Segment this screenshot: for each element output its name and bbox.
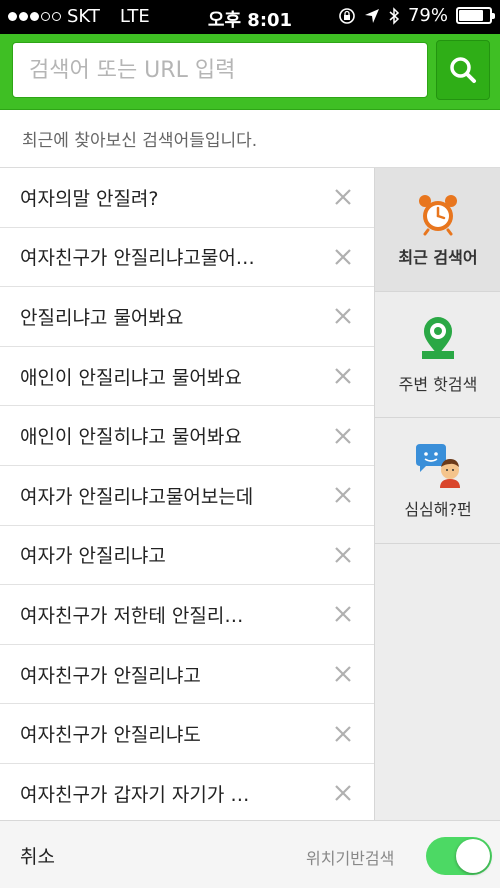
battery-fill [459,10,483,21]
list-item[interactable]: 여자의말 안질려? [0,168,374,228]
cancel-button[interactable]: 취소 [20,842,55,869]
tab-label: 주변 핫검색 [398,374,478,394]
tab-nearby-hot-searches[interactable]: 주변 핫검색 [375,292,500,418]
tab-label: 심심해?펀 [404,499,472,519]
search-header [0,34,500,110]
delete-icon[interactable] [330,542,356,568]
list-item-text: 여자친구가 안질리냐고물어… [20,247,255,270]
list-item[interactable]: 여자가 안질리냐고물어보는데 [0,465,374,526]
battery-percent: 79% [407,5,448,26]
delete-icon[interactable] [330,423,356,449]
delete-icon[interactable] [330,780,356,806]
list-item[interactable]: 애인이 안질리냐고 물어봐요 [0,346,374,407]
delete-icon[interactable] [330,244,356,270]
list-item[interactable]: 애인이 안질히냐고 물어봐요 [0,406,374,466]
list-item[interactable]: 여자친구가 안질리냐고물어… [0,227,374,288]
search-button[interactable] [436,40,490,100]
location-search-label: 위치기반검색 [306,849,395,868]
list-item[interactable]: 여자가 안질리냐고 [0,525,374,586]
search-box[interactable] [12,42,428,98]
search-icon [450,57,476,83]
delete-icon[interactable] [330,601,356,627]
list-item[interactable]: 여자친구가 저한테 안질리… [0,585,374,645]
list-item-text: 애인이 안질리냐고 물어봐요 [20,366,242,389]
list-item-text: 여자친구가 저한테 안질리… [20,604,244,627]
delete-icon[interactable] [330,303,356,329]
list-item-text: 여자가 안질리냐고 [20,545,166,568]
location-pin-icon [422,316,454,359]
battery-icon [456,7,495,24]
list-item-text: 여자의말 안질려? [20,187,159,210]
tab-recent-searches[interactable]: 최근 검색어 [375,168,500,292]
side-panel: 최근 검색어 주변 핫검색 심심해?펀 [374,168,500,820]
recent-searches-header: 최근에 찾아보신 검색어들입니다. [0,110,500,168]
delete-icon[interactable] [330,721,356,747]
list-item-text: 여자친구가 안질리냐고 [20,664,201,687]
delete-icon[interactable] [330,184,356,210]
bottom-bar: 취소 위치기반검색 [0,820,500,888]
list-item-text: 애인이 안질히냐고 물어봐요 [20,426,242,449]
search-input[interactable] [29,57,427,83]
list-item-text: 여자친구가 갑자기 자기가 … [20,783,250,806]
toggle-knob [456,839,490,873]
list-item[interactable]: 안질리냐고 물어봐요 [0,287,374,347]
location-search-toggle[interactable] [426,837,492,875]
list-item[interactable]: 여자친구가 안질리냐도 [0,704,374,764]
list-item[interactable]: 여자친구가 안질리냐고 [0,644,374,705]
delete-icon[interactable] [330,482,356,508]
list-item-text: 안질리냐고 물어봐요 [20,306,184,329]
bluetooth-icon [389,6,400,25]
tab-label: 최근 검색어 [398,247,478,267]
recent-search-list: 여자의말 안질려? 여자친구가 안질리냐고물어… 안질리냐고 물어봐요 애인이 … [0,168,374,824]
list-item-text: 여자친구가 안질리냐도 [20,724,201,747]
list-item[interactable]: 여자친구가 갑자기 자기가 … [0,763,374,824]
delete-icon[interactable] [330,363,356,389]
tab-bored-fun[interactable]: 심심해?펀 [375,418,500,544]
list-item-text: 여자가 안질리냐고물어보는데 [20,485,254,508]
chat-smiley-icon [416,443,460,488]
alarm-clock-icon [419,194,457,235]
rotation-lock-icon [339,7,355,24]
delete-icon[interactable] [330,661,356,687]
status-right: 79% [338,5,495,26]
status-bar: SKT LTE 오후 8:01 79% [0,0,500,34]
location-arrow-icon [364,8,379,23]
